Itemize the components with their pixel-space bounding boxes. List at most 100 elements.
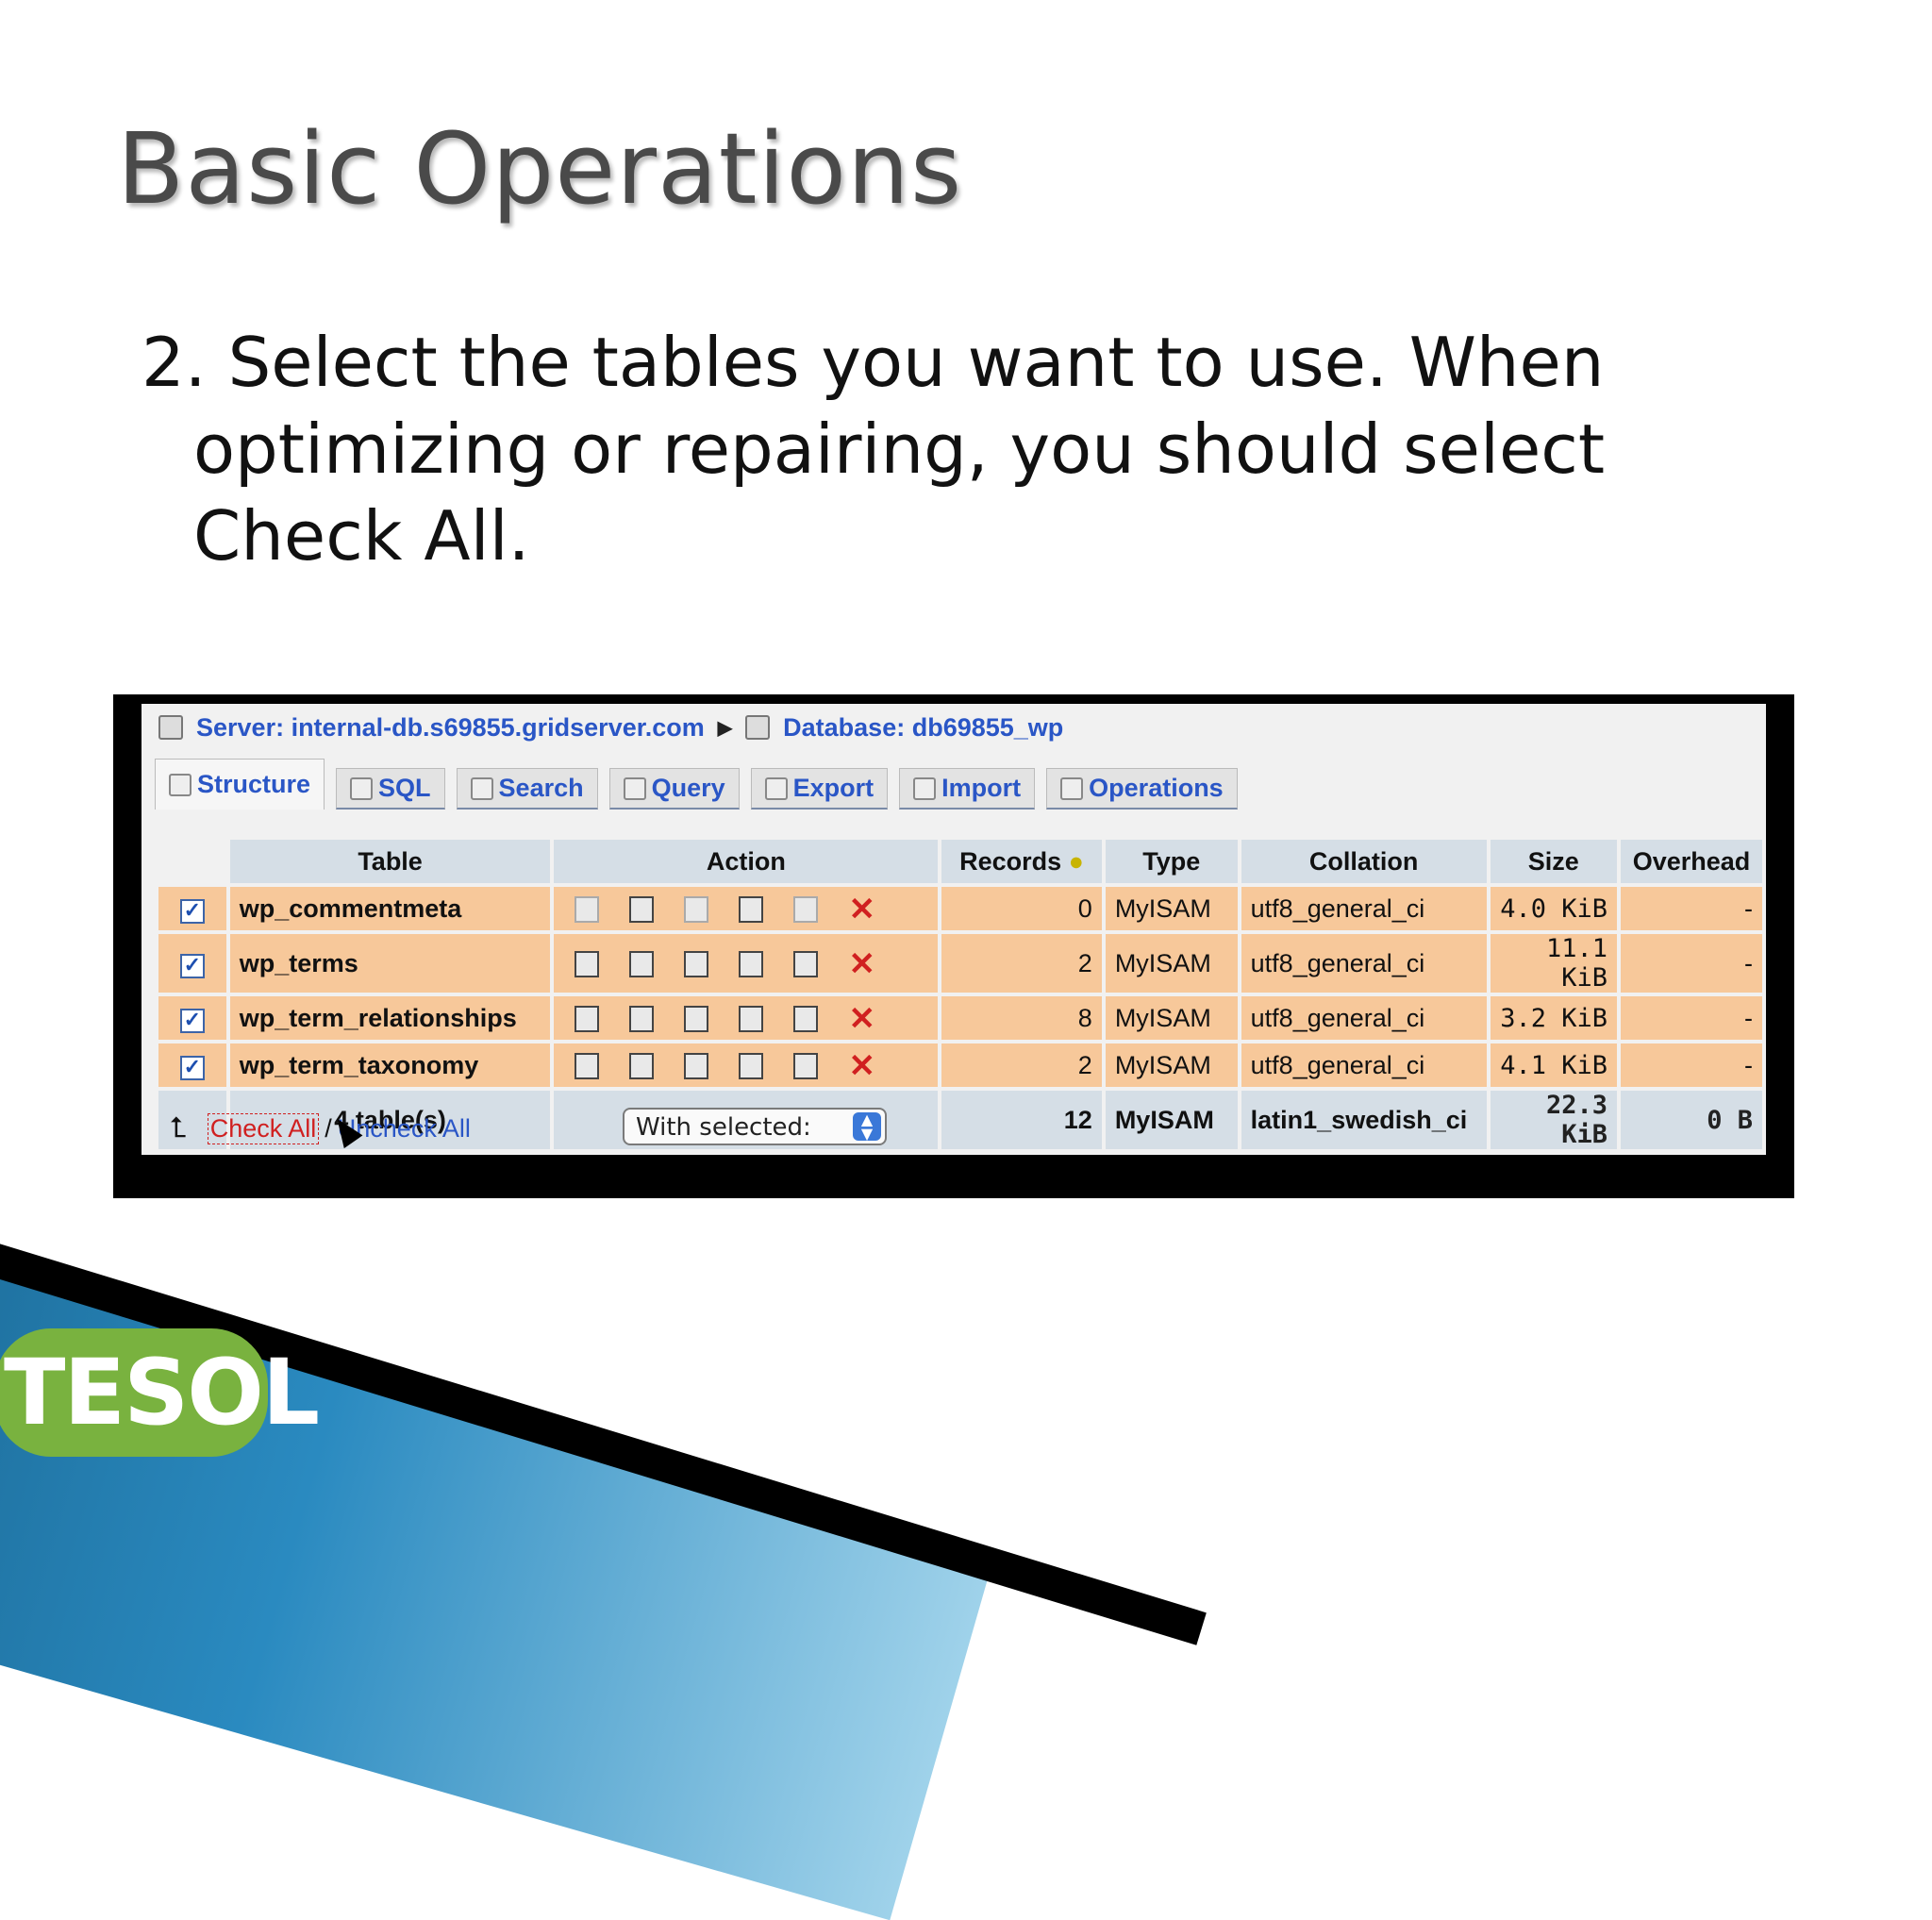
row-checkbox[interactable]: ✓: [179, 898, 205, 924]
type-cell: MyISAM: [1105, 996, 1238, 1040]
search-icon[interactable]: [684, 896, 709, 924]
search-icon[interactable]: [684, 1006, 709, 1033]
overhead-cell: -: [1621, 934, 1762, 993]
server-icon: [158, 715, 183, 740]
search-icon[interactable]: [684, 951, 709, 978]
tab-export[interactable]: Export: [750, 768, 889, 810]
type-cell: MyISAM: [1105, 1043, 1238, 1087]
tab-operations-label: Operations: [1089, 774, 1224, 802]
drop-icon[interactable]: ✕: [848, 1003, 875, 1035]
col-type[interactable]: Type: [1105, 840, 1238, 883]
tab-structure-label: Structure: [197, 770, 311, 798]
browse-icon[interactable]: [575, 951, 600, 978]
database-icon: [745, 715, 771, 740]
tab-bar: Structure SQL Search Query Export Import…: [155, 757, 1249, 810]
empty-icon[interactable]: [793, 1053, 819, 1080]
table-row: ✓ wp_commentmeta ✕ 0 MyISAM utf8_general…: [158, 887, 1762, 930]
check-controls: ⮤ Check All / Uncheck All: [170, 1110, 471, 1147]
overhead-cell: -: [1621, 1043, 1762, 1087]
insert-icon[interactable]: [739, 951, 764, 978]
tab-export-label: Export: [792, 774, 874, 802]
type-cell: MyISAM: [1105, 934, 1238, 993]
browse-icon[interactable]: [575, 1053, 600, 1080]
table-name-link[interactable]: wp_commentmeta: [229, 887, 551, 930]
summary-overhead: 0 B: [1621, 1091, 1762, 1149]
collation-cell: utf8_general_ci: [1241, 934, 1487, 993]
search-icon: [470, 776, 493, 800]
tab-import[interactable]: Import: [899, 768, 1036, 810]
collation-cell: utf8_general_ci: [1241, 996, 1487, 1040]
tab-query-label: Query: [651, 774, 725, 802]
drop-icon[interactable]: ✕: [848, 948, 875, 980]
records-cell: 0: [941, 887, 1102, 930]
drop-icon[interactable]: ✕: [848, 1050, 875, 1082]
tables-grid: Table Action Records ● Type Collation Si…: [155, 836, 1766, 1153]
table-name-link[interactable]: wp_terms: [229, 934, 551, 993]
col-records[interactable]: Records ●: [941, 840, 1102, 883]
tab-structure[interactable]: Structure: [155, 759, 325, 810]
export-icon: [764, 776, 788, 800]
row-checkbox[interactable]: ✓: [179, 1008, 205, 1033]
records-cell: 2: [941, 1043, 1102, 1087]
bullet-line-3: Check All.: [193, 496, 530, 576]
table-name-link[interactable]: wp_term_relationships: [229, 996, 551, 1040]
collation-cell: utf8_general_ci: [1241, 1043, 1487, 1087]
breadcrumb-database-link[interactable]: Database: db69855_wp: [783, 713, 1063, 743]
structure-icon[interactable]: [629, 1053, 655, 1080]
slide-bullet-text: 2. Select the tables you want to use. Wh…: [142, 319, 1783, 579]
size-link[interactable]: 3.2 KiB: [1490, 996, 1618, 1040]
size-link[interactable]: 4.0 KiB: [1490, 887, 1618, 930]
empty-icon[interactable]: [793, 951, 819, 978]
with-selected-label: With selected:: [636, 1113, 811, 1142]
table-header-row: Table Action Records ● Type Collation Si…: [158, 840, 1762, 883]
type-cell: MyISAM: [1105, 887, 1238, 930]
insert-icon[interactable]: [739, 896, 764, 924]
table-row: ✓ wp_term_relationships ✕ 8 MyISAM utf8_…: [158, 996, 1762, 1040]
summary-records: 12: [941, 1091, 1102, 1149]
select-arrows-icon: ▲ ▼: [853, 1112, 881, 1142]
structure-icon[interactable]: [629, 1006, 655, 1033]
search-icon[interactable]: [684, 1053, 709, 1080]
operations-icon: [1060, 776, 1084, 800]
size-link[interactable]: 4.1 KiB: [1490, 1043, 1618, 1087]
tab-query[interactable]: Query: [608, 768, 740, 810]
slide-title: Basic Operations: [117, 111, 963, 226]
tab-search[interactable]: Search: [456, 768, 598, 810]
insert-icon[interactable]: [739, 1053, 764, 1080]
browse-icon[interactable]: [575, 896, 600, 924]
breadcrumb: Server: internal-db.s69855.gridserver.co…: [158, 711, 1063, 743]
col-table[interactable]: Table: [229, 840, 551, 883]
row-checkbox[interactable]: ✓: [179, 1055, 205, 1080]
phpmyadmin-screenshot: Server: internal-db.s69855.gridserver.co…: [113, 694, 1794, 1198]
row-actions: ✕: [554, 996, 939, 1040]
col-collation[interactable]: Collation: [1241, 840, 1487, 883]
row-checkbox[interactable]: ✓: [179, 953, 205, 978]
structure-icon[interactable]: [629, 896, 655, 924]
col-overhead[interactable]: Overhead: [1621, 840, 1762, 883]
col-size[interactable]: Size: [1490, 840, 1618, 883]
arrow-up-left-icon: ⮤: [170, 1112, 187, 1144]
empty-icon[interactable]: [793, 1006, 819, 1033]
col-records-label: Records: [959, 846, 1062, 876]
drop-icon[interactable]: ✕: [848, 893, 875, 926]
browse-icon[interactable]: [575, 1006, 600, 1033]
tab-search-label: Search: [498, 774, 584, 802]
tab-operations[interactable]: Operations: [1046, 768, 1238, 810]
tesol-logo: TESOL: [0, 1328, 320, 1457]
sql-icon: [350, 776, 374, 800]
row-actions: ✕: [554, 934, 939, 993]
table-name-link[interactable]: wp_term_taxonomy: [229, 1043, 551, 1087]
col-action: Action: [554, 840, 939, 883]
with-selected-select[interactable]: With selected: ▲ ▼: [623, 1108, 887, 1145]
tab-sql[interactable]: SQL: [336, 768, 445, 810]
size-link[interactable]: 11.1 KiB: [1490, 934, 1618, 993]
insert-icon[interactable]: [739, 1006, 764, 1033]
structure-icon[interactable]: [629, 951, 655, 978]
breadcrumb-server-link[interactable]: Server: internal-db.s69855.gridserver.co…: [196, 713, 705, 743]
empty-icon[interactable]: [793, 896, 819, 924]
summary-type: MyISAM: [1105, 1091, 1238, 1149]
import-icon: [913, 776, 937, 800]
records-cell: 2: [941, 934, 1102, 993]
check-all-link[interactable]: Check All: [207, 1112, 320, 1144]
overhead-cell: -: [1621, 887, 1762, 930]
